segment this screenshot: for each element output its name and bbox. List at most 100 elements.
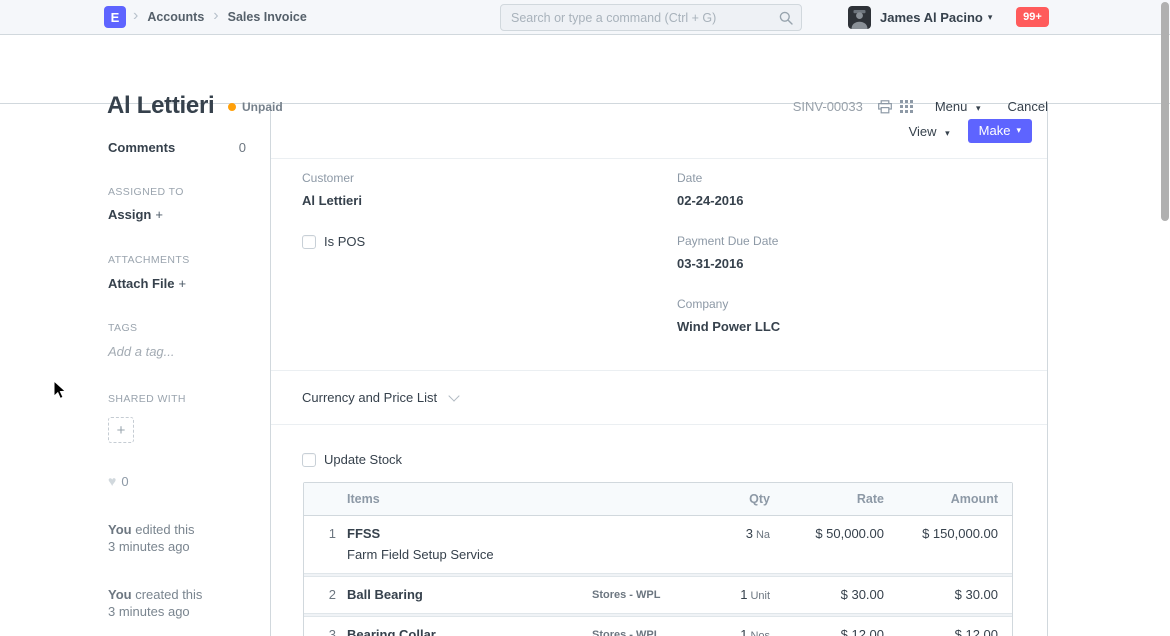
tags-label: TAGS	[108, 322, 137, 334]
amount-cell: $ 150,000.00	[884, 526, 1012, 541]
attachments-label: ATTACHMENTS	[108, 254, 190, 266]
status-label: Unpaid	[242, 100, 283, 114]
rate-cell: $ 30.00	[770, 587, 884, 602]
grid-view-icon[interactable]	[900, 100, 913, 113]
payment-due-date-field[interactable]: Payment Due Date 03-31-2016	[677, 234, 780, 271]
row-index: 3	[304, 627, 347, 636]
chevron-down-icon: ▾	[988, 12, 993, 23]
update-stock-checkbox[interactable]	[302, 453, 316, 467]
breadcrumb-accounts[interactable]: Accounts	[147, 10, 204, 24]
rate-cell: $ 50,000.00	[770, 526, 884, 541]
breadcrumb: › Accounts › Sales Invoice	[133, 0, 307, 34]
search-input[interactable]	[501, 11, 779, 25]
add-share-button[interactable]: +	[108, 417, 134, 443]
print-icon[interactable]	[878, 100, 892, 114]
menu-button[interactable]: Menu ▾	[935, 99, 981, 114]
date-field[interactable]: Date 02-24-2016	[677, 171, 780, 208]
payment-due-date-value: 03-31-2016	[677, 256, 780, 271]
items-table-header: Items Qty Rate Amount	[304, 483, 1012, 516]
view-button[interactable]: View ▾	[909, 124, 950, 139]
form-sidebar: Comments 0 ASSIGNED TO Assign+ ATTACHMEN…	[0, 104, 270, 636]
item-cell: FFSS Farm Field Setup Service	[347, 526, 592, 562]
document-id: SINV-00033	[793, 99, 863, 114]
table-row[interactable]: 2 Ball Bearing Stores - WPL 1Unit $ 30.0…	[304, 577, 1012, 613]
cancel-button[interactable]: Cancel	[1008, 99, 1048, 114]
activity-edited: You edited this 3 minutes ago	[108, 521, 194, 555]
assign-button[interactable]: Assign+	[108, 207, 163, 222]
comments-link[interactable]: Comments 0	[108, 140, 246, 155]
chevron-down-icon: ▾	[1016, 125, 1021, 136]
qty-cell: 1Unit	[702, 587, 770, 602]
chevron-right-icon: ›	[213, 8, 218, 24]
header-actions: SINV-00033 Menu ▾ Cancel	[793, 99, 1048, 114]
status-dot-icon	[228, 103, 236, 111]
currency-section-label: Currency and Price List	[302, 390, 437, 405]
like-count: 0	[121, 474, 128, 489]
warehouse-cell: Stores - WPL	[592, 627, 702, 636]
customer-label: Customer	[302, 171, 365, 185]
update-stock-label: Update Stock	[324, 452, 402, 467]
top-navbar: E › Accounts › Sales Invoice James Al Pa…	[0, 0, 1170, 35]
chevron-down-icon: ▾	[976, 103, 981, 113]
assigned-to-label: ASSIGNED TO	[108, 186, 184, 198]
plus-icon: +	[155, 207, 163, 222]
company-field[interactable]: Company Wind Power LLC	[677, 297, 780, 334]
global-search	[500, 4, 802, 31]
customer-field[interactable]: Customer Al Lettieri	[302, 171, 365, 208]
breadcrumb-sales-invoice[interactable]: Sales Invoice	[228, 10, 307, 24]
qty-cell: 3Na	[702, 526, 770, 541]
plus-icon: +	[117, 422, 126, 439]
avatar	[848, 6, 871, 29]
warehouse-cell: Stores - WPL	[592, 587, 702, 601]
chevron-down-icon	[448, 390, 459, 401]
attach-file-button[interactable]: Attach File+	[108, 276, 186, 291]
user-menu[interactable]: James Al Pacino ▾	[848, 0, 992, 34]
currency-section-toggle[interactable]: Currency and Price List	[271, 371, 1047, 425]
sales-invoice-page: E › Accounts › Sales Invoice James Al Pa…	[0, 0, 1170, 636]
item-cell: Ball Bearing	[347, 587, 592, 602]
main-fields-section: Customer Al Lettieri Is POS Date 02-24-2…	[271, 159, 1047, 371]
comments-label: Comments	[108, 140, 175, 155]
table-row[interactable]: 1 FFSS Farm Field Setup Service 3Na $ 50…	[304, 516, 1012, 573]
amount-cell: $ 12.00	[884, 627, 1012, 636]
add-tag-input[interactable]: Add a tag...	[108, 344, 175, 359]
warehouse-cell	[592, 526, 702, 528]
chevron-down-icon: ▾	[945, 128, 950, 138]
status-badge: Unpaid	[228, 100, 283, 114]
comments-count: 0	[239, 140, 246, 155]
company-label: Company	[677, 297, 780, 311]
is-pos-checkbox[interactable]	[302, 235, 316, 249]
column-rate: Rate	[770, 492, 884, 506]
update-stock-field: Update Stock	[302, 452, 1047, 467]
rate-cell: $ 12.00	[770, 627, 884, 636]
app-logo[interactable]: E	[104, 6, 126, 28]
page-header: Al Lettieri Unpaid SINV-00033 Menu ▾ Can…	[0, 35, 1170, 104]
qty-cell: 1Nos	[702, 627, 770, 636]
row-index: 1	[304, 526, 347, 541]
amount-cell: $ 30.00	[884, 587, 1012, 602]
heart-icon: ♥	[108, 473, 116, 489]
make-button[interactable]: Make▾	[968, 119, 1032, 143]
column-amount: Amount	[884, 492, 1012, 506]
search-icon	[779, 11, 793, 25]
column-qty: Qty	[702, 492, 770, 506]
items-table: Items Qty Rate Amount 1 FFSS Farm Field …	[303, 482, 1013, 636]
plus-icon: +	[178, 276, 186, 291]
form-body: View ▾ Make▾ Customer Al Lettieri Is POS…	[270, 104, 1048, 636]
scrollbar-thumb[interactable]	[1161, 2, 1169, 221]
column-items: Items	[347, 492, 592, 506]
is-pos-label: Is POS	[324, 234, 365, 249]
activity-created: You created this 3 minutes ago	[108, 586, 202, 620]
table-row[interactable]: 3 Bearing Collar Stores - WPL 1Nos $ 12.…	[304, 617, 1012, 636]
shared-with-label: SHARED WITH	[108, 393, 186, 405]
is-pos-field: Is POS	[302, 234, 365, 249]
date-label: Date	[677, 171, 780, 185]
like-button[interactable]: ♥ 0	[108, 473, 129, 489]
chevron-right-icon: ›	[133, 8, 138, 24]
notifications-badge[interactable]: 99+	[1016, 7, 1049, 27]
payment-due-date-label: Payment Due Date	[677, 234, 780, 248]
date-value: 02-24-2016	[677, 193, 780, 208]
user-name: James Al Pacino	[880, 10, 983, 25]
item-cell: Bearing Collar	[347, 627, 592, 636]
row-index: 2	[304, 587, 347, 602]
